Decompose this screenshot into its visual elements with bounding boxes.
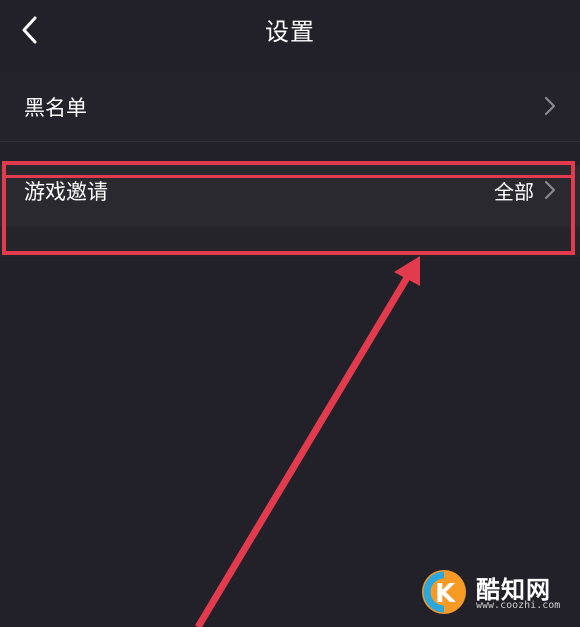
settings-item-label: 游戏邀请	[24, 180, 108, 204]
watermark-url: www.coozhi.com	[476, 600, 561, 611]
chevron-right-icon	[544, 180, 556, 200]
settings-item-game-invite[interactable]: 游戏邀请 全部	[0, 165, 580, 257]
row-lower-band	[0, 227, 580, 257]
settings-item-blacklist[interactable]: 黑名单	[0, 72, 580, 142]
settings-item-label: 黑名单	[24, 96, 87, 120]
settings-item-value: 全部	[494, 180, 534, 204]
chevron-right-icon	[544, 96, 556, 116]
top-bar: 设置	[0, 0, 580, 62]
page-title: 设置	[265, 18, 315, 46]
svg-text:K: K	[435, 579, 456, 609]
coozhi-logo-icon: K	[422, 570, 466, 614]
watermark: K 酷知网 www.coozhi.com	[420, 568, 570, 620]
